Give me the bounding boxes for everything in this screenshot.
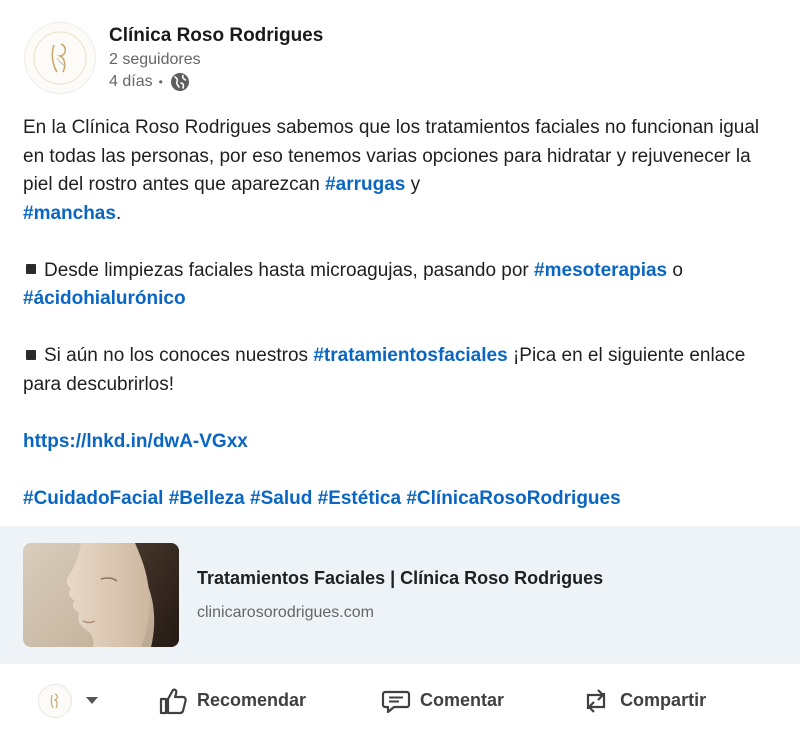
hashtag-clinicarosorodrigues[interactable]: #ClínicaRosoRodrigues [406, 488, 620, 509]
clinic-logo-icon [50, 692, 58, 708]
post-time-row: 4 días • [109, 71, 323, 93]
bullet-square-icon [26, 264, 36, 275]
hashtag-salud[interactable]: #Salud [250, 488, 312, 509]
post-age: 4 días [109, 73, 153, 90]
hashtag-belleza[interactable]: #Belleza [169, 488, 245, 509]
preview-info: Tratamientos Faciales | Clínica Roso Rod… [197, 566, 603, 624]
hashtag-mesoterapias[interactable]: #mesoterapias [534, 260, 667, 281]
like-label: Recomendar [197, 690, 307, 710]
preview-domain: clinicarosorodrigues.com [197, 604, 374, 621]
reactor-avatar [38, 683, 72, 718]
hashtag-manchas[interactable]: #manchas [23, 203, 116, 224]
post-link[interactable]: https://lnkd.in/dwA-VGxx [23, 431, 248, 452]
company-logo[interactable] [24, 22, 96, 94]
preview-title[interactable]: Tratamientos Faciales | Clínica Roso Rod… [197, 566, 603, 590]
feed-post: Clínica Roso Rodrigues 2 seguidores 4 dí… [0, 0, 800, 737]
globe-icon [170, 73, 189, 91]
social-actions-bar: Recomendar Comentar Compartir [0, 664, 800, 737]
reactor-selector[interactable] [38, 683, 104, 718]
hashtag-arrugas[interactable]: #arrugas [325, 174, 405, 195]
chevron-down-icon [86, 696, 98, 704]
paragraph-intro: En la Clínica Roso Rodrigues sabemos que… [23, 117, 760, 224]
comment-button[interactable]: Comentar [380, 685, 504, 717]
hashtag-cuidadofacial[interactable]: #CuidadoFacial [23, 488, 163, 509]
repost-icon [586, 688, 606, 713]
hashtag-estetica[interactable]: #Estética [318, 488, 401, 509]
hashtag-tratamientosfaciales[interactable]: #tratamientosfaciales [313, 345, 507, 366]
thumbs-up-icon [159, 688, 187, 714]
post-meta: Clínica Roso Rodrigues 2 seguidores 4 dí… [109, 22, 323, 94]
link-preview-card[interactable]: Tratamientos Faciales | Clínica Roso Rod… [0, 526, 800, 664]
separator-dot: • [158, 75, 163, 89]
bullet-square-icon [26, 349, 36, 360]
comment-icon [381, 690, 411, 713]
face-profile-image [66, 543, 179, 647]
share-button[interactable]: Compartir [580, 685, 706, 717]
comment-label: Comentar [420, 690, 505, 710]
follower-count: 2 seguidores [109, 51, 201, 68]
hashtag-list: #CuidadoFacial #Belleza #Salud #Estética… [23, 485, 783, 514]
post-header: Clínica Roso Rodrigues 2 seguidores 4 dí… [24, 22, 323, 94]
paragraph-cta: Si aún no los conoces nuestros #tratamie… [23, 345, 746, 395]
post-text: En la Clínica Roso Rodrigues sabemos que… [23, 114, 783, 513]
preview-thumbnail[interactable] [23, 543, 179, 647]
paragraph-treatments: Desde limpiezas faciales hasta microaguj… [23, 259, 683, 310]
hashtag-acidohialuronico[interactable]: #ácidohialurónico [23, 288, 186, 309]
like-button[interactable]: Recomendar [157, 685, 306, 717]
clinic-logo-icon [33, 31, 87, 85]
share-label: Compartir [620, 690, 707, 710]
org-name[interactable]: Clínica Roso Rodrigues [109, 23, 323, 49]
